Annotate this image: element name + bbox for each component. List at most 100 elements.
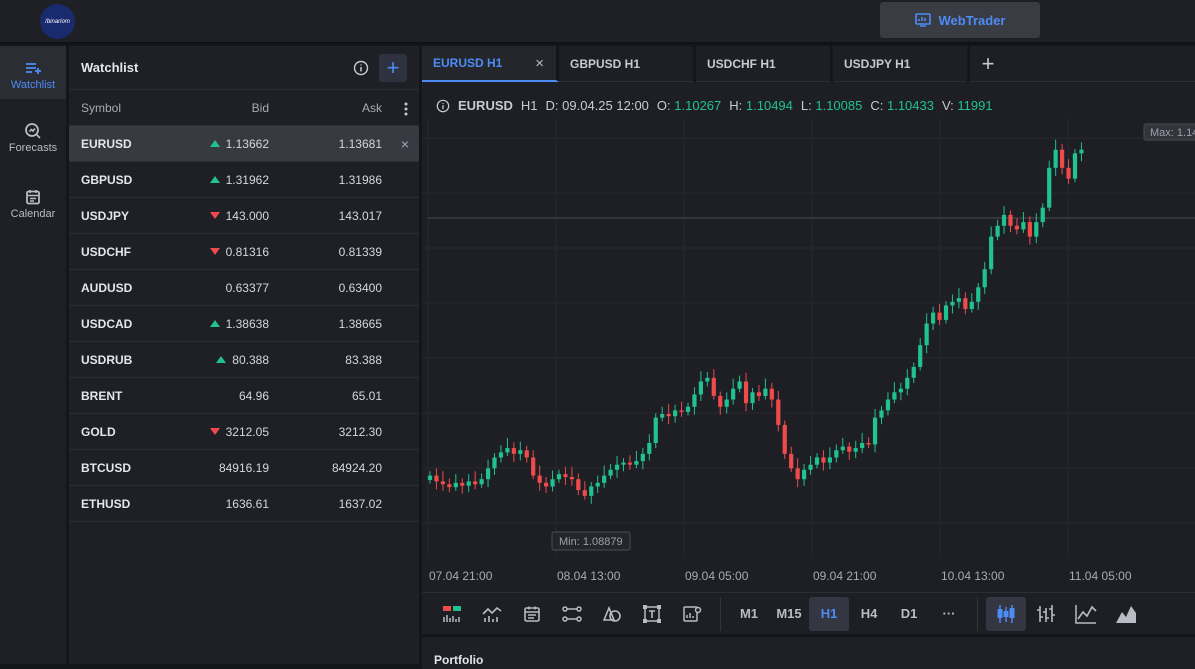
row-symbol: BTCUSD bbox=[81, 460, 131, 475]
brand-logo[interactable]: /binariom bbox=[40, 4, 75, 39]
candle-body bbox=[808, 464, 813, 470]
row-symbol: AUDUSD bbox=[81, 280, 133, 295]
tab-gbpusd-h1[interactable]: GBPUSD H1 bbox=[559, 46, 696, 82]
info-icon[interactable] bbox=[436, 99, 450, 113]
watchlist-row-gbpusd[interactable]: GBPUSD 1.31962 1.31986 bbox=[69, 162, 419, 198]
rail-item-calendar[interactable]: Calendar bbox=[0, 188, 66, 232]
rail-item-watchlist[interactable]: Watchlist bbox=[0, 46, 66, 99]
watchlist-row-ethusd[interactable]: ETHUSD 1636.61 1637.02 bbox=[69, 486, 419, 522]
watchlist-row-brent[interactable]: BRENT 64.96 65.01 bbox=[69, 378, 419, 414]
trendline-icon bbox=[562, 605, 582, 622]
more-timeframes-button[interactable]: ··· bbox=[929, 597, 969, 631]
row-ask: 0.81339 bbox=[338, 244, 382, 259]
portfolio-title: Portfolio bbox=[434, 653, 484, 667]
timeframe-h4[interactable]: H4 bbox=[849, 597, 889, 631]
candle-body bbox=[814, 457, 820, 465]
column-ask: Ask bbox=[361, 100, 382, 115]
x-tick-label: 11.04 05:00 bbox=[1069, 569, 1132, 583]
candle-body bbox=[1008, 214, 1013, 226]
legend-volume: 11991 bbox=[957, 98, 993, 113]
candle-body bbox=[918, 345, 923, 367]
monitor-chart-icon bbox=[914, 13, 931, 27]
rail-item-forecasts[interactable]: Forecasts bbox=[0, 122, 66, 166]
add-tab-button[interactable]: + bbox=[970, 46, 1006, 81]
candle-body bbox=[705, 377, 710, 382]
webtrader-button[interactable]: WebTrader bbox=[880, 2, 1040, 38]
watchlist-row-usdchf[interactable]: USDCHF 0.81316 0.81339 bbox=[69, 234, 419, 270]
info-icon[interactable] bbox=[353, 60, 369, 76]
calendar-icon bbox=[26, 190, 40, 205]
watchlist-row-usdrub[interactable]: USDRUB 80.388 83.388 bbox=[69, 342, 419, 378]
timeframe-m1[interactable]: M1 bbox=[729, 597, 769, 631]
watchlist-row-gold[interactable]: GOLD 3212.05 3212.30 bbox=[69, 414, 419, 450]
indicators-button[interactable] bbox=[432, 597, 472, 631]
candle-body bbox=[963, 298, 968, 310]
candle-body bbox=[434, 475, 439, 482]
timeframe-h1[interactable]: H1 bbox=[809, 596, 849, 631]
shapes-tool-button[interactable] bbox=[592, 597, 632, 631]
candle-body bbox=[789, 453, 794, 469]
watchlist-row-btcusd[interactable]: BTCUSD 84916.19 84924.20 bbox=[69, 450, 419, 486]
candle-body bbox=[885, 399, 891, 411]
watchlist-row-usdjpy[interactable]: USDJPY 143.000 143.017 bbox=[69, 198, 419, 234]
price-up-icon bbox=[209, 320, 220, 327]
candle-body bbox=[485, 468, 491, 480]
price-down-icon bbox=[209, 428, 220, 435]
watchlist-row-eurusd[interactable]: EURUSD 1.13662 1.13681 × bbox=[69, 126, 419, 162]
row-bid: 64.96 bbox=[238, 388, 269, 403]
candlestick-chart[interactable]: Max: 1.14 Min: 1.08879 07.04 21:00 08.04 13… bbox=[422, 118, 1195, 590]
timeframe-m15[interactable]: M15 bbox=[769, 597, 809, 631]
studies-button[interactable] bbox=[472, 597, 512, 631]
row-bid-cell: 1636.61 bbox=[177, 497, 269, 511]
events-button[interactable] bbox=[512, 597, 552, 631]
watchlist-row-usdcad[interactable]: USDCAD 1.38638 1.38665 bbox=[69, 306, 419, 342]
row-bid-cell: 3212.05 bbox=[177, 425, 269, 439]
price-down-icon bbox=[209, 212, 220, 219]
candle-body bbox=[840, 446, 845, 451]
candle-body bbox=[447, 484, 452, 488]
logo-text: /binariom bbox=[45, 18, 70, 25]
candle-body bbox=[743, 381, 749, 404]
chart-type-candles[interactable] bbox=[986, 596, 1026, 631]
chart-type-line[interactable] bbox=[1066, 597, 1106, 631]
legend-date: 09.04.25 12:00 bbox=[562, 98, 649, 113]
row-bid: 1636.61 bbox=[225, 496, 269, 511]
tab-usdchf-h1[interactable]: USDCHF H1 bbox=[696, 46, 833, 82]
candle-body bbox=[673, 410, 678, 417]
candle-body bbox=[582, 490, 587, 496]
chart-type-area[interactable] bbox=[1106, 597, 1146, 631]
close-tab-icon[interactable]: × bbox=[535, 55, 544, 72]
x-tick-label: 07.04 21:00 bbox=[429, 569, 493, 583]
column-menu-icon[interactable] bbox=[404, 102, 408, 116]
watchlist-row-audusd[interactable]: AUDUSD 0.63377 0.63400 bbox=[69, 270, 419, 306]
row-bid-cell: 0.63377 bbox=[177, 281, 269, 295]
row-bid-cell: 84916.19 bbox=[177, 461, 269, 475]
column-bid: Bid bbox=[251, 100, 269, 115]
candle-body bbox=[492, 457, 497, 469]
row-ask: 1.31986 bbox=[338, 172, 382, 187]
chart-settings-button[interactable] bbox=[672, 597, 712, 631]
candle-body bbox=[518, 450, 523, 454]
remove-row-icon[interactable]: × bbox=[401, 136, 409, 152]
legend-timeframe: H1 bbox=[520, 98, 538, 113]
candle-body bbox=[943, 305, 949, 320]
tab-usdjpy-h1[interactable]: USDJPY H1 bbox=[833, 46, 970, 82]
chart-tabs: EURUSD H1 × GBPUSD H1 USDCHF H1 USDJPY H1… bbox=[422, 46, 1195, 82]
row-symbol: USDJPY bbox=[81, 208, 130, 223]
timeframe-d1[interactable]: D1 bbox=[889, 597, 929, 631]
legend-low: 1.10085 bbox=[815, 98, 863, 113]
max-label: Max: 1.14 bbox=[1150, 127, 1195, 139]
shapes-icon bbox=[602, 605, 621, 622]
candle-body bbox=[666, 414, 671, 417]
legend-o-label: O: bbox=[656, 98, 671, 113]
price-up-icon bbox=[209, 140, 220, 147]
candle-body bbox=[460, 482, 465, 486]
text-tool-button[interactable] bbox=[632, 597, 672, 631]
tab-eurusd-h1[interactable]: EURUSD H1 × bbox=[422, 46, 559, 82]
chart-type-bars[interactable] bbox=[1026, 597, 1066, 631]
candle-body bbox=[1072, 153, 1078, 179]
add-symbol-button[interactable]: + bbox=[379, 53, 407, 82]
row-symbol: USDRUB bbox=[81, 352, 133, 367]
row-bid-cell: 1.38638 bbox=[177, 317, 269, 331]
trendline-tool-button[interactable] bbox=[552, 597, 592, 631]
